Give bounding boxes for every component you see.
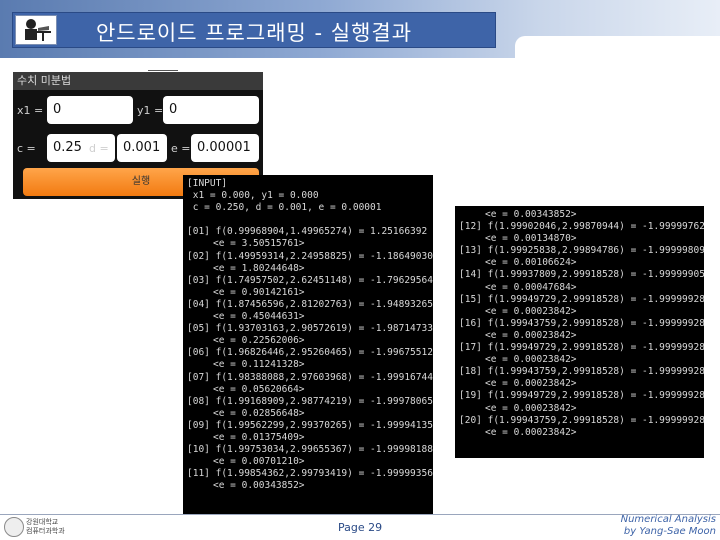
e-label: e = bbox=[171, 142, 191, 155]
console-line: <e = 3.50515761> bbox=[213, 238, 305, 250]
logo-text-dept: 컴퓨터과학과 bbox=[26, 527, 65, 535]
y1-label: y1 = bbox=[137, 104, 164, 117]
banner-decoration bbox=[515, 36, 720, 58]
app-title-bar: 수치 미분법 bbox=[13, 72, 263, 90]
console-line: <e = 0.00023842> bbox=[485, 402, 577, 414]
footer-divider bbox=[0, 514, 720, 515]
console-line: <e = 0.45044631> bbox=[213, 311, 305, 323]
console-line: [13] f(1.99925838,2.99894786) = -1.99999… bbox=[459, 245, 704, 257]
console-line: <e = 0.00023842> bbox=[485, 329, 577, 341]
console-line: [01] f(0.99968904,1.49965274) = 1.251663… bbox=[187, 226, 428, 238]
course-author: by Yang-Sae Moon bbox=[623, 526, 716, 537]
console-output-2: <e = 0.00343852> [12] f(1.99902046,2.9987… bbox=[455, 206, 704, 458]
console-line: <e = 0.90142161> bbox=[213, 286, 305, 298]
console-line: <e = 0.00106624> bbox=[485, 257, 577, 269]
console-line: [10] f(1.99753034,2.99655367) = -1.99998… bbox=[187, 444, 433, 456]
university-logo: 강원대학교 컴퓨터과학과 bbox=[2, 516, 72, 538]
console-line: <e = 0.22562006> bbox=[213, 335, 305, 347]
logo-text-univ: 강원대학교 bbox=[26, 518, 59, 526]
console-line: <e = 0.00134870> bbox=[485, 233, 577, 245]
console-line: [05] f(1.93703163,2.90572619) = -1.98714… bbox=[187, 323, 433, 335]
d-input[interactable]: 0.001 bbox=[117, 134, 167, 162]
console-line: <e = 0.00701210> bbox=[213, 456, 305, 468]
console-line: [16] f(1.99943759,2.99918528) = -1.99999… bbox=[459, 317, 704, 329]
console-line: <e = 1.80244648> bbox=[213, 262, 305, 274]
console-line: x1 = 0.000, y1 = 0.000 bbox=[187, 190, 319, 202]
console-line: <e = 0.00047684> bbox=[485, 281, 577, 293]
course-info: Numerical Analysis by Yang-Sae Moon bbox=[621, 514, 716, 538]
console-line: <e = 0.02856648> bbox=[213, 407, 305, 419]
console-line: [INPUT] bbox=[187, 178, 228, 189]
course-title: Numerical Analysis bbox=[620, 514, 716, 525]
console-line: <e = 0.11241328> bbox=[213, 359, 305, 371]
console-line: [11] f(1.99854362,2.99793419) = -1.99999… bbox=[187, 468, 433, 480]
console-output-1: [INPUT] x1 = 0.000, y1 = 0.000 c = 0.250… bbox=[183, 175, 433, 515]
seal-icon bbox=[4, 517, 24, 537]
console-line: [07] f(1.98388088,2.97603968) = -1.99916… bbox=[187, 371, 433, 383]
console-line: <e = 0.00343852> bbox=[485, 209, 577, 220]
console-line: c = 0.250, d = 0.001, e = 0.00001 bbox=[187, 202, 382, 214]
slide-title: 안드로이드 프로그래밍 - 실행결과 bbox=[95, 21, 413, 45]
y1-input[interactable]: 0 bbox=[163, 96, 259, 124]
page-number: Page 29 bbox=[338, 521, 383, 534]
console-line: [03] f(1.74957502,2.62451148) = -1.79629… bbox=[187, 274, 433, 286]
d-label: d = bbox=[89, 142, 109, 155]
c-label: c = bbox=[17, 142, 36, 155]
console-line: <e = 0.00023842> bbox=[485, 378, 577, 390]
console-line: [08] f(1.99168909,2.98774219) = -1.99978… bbox=[187, 395, 433, 407]
console-line: [09] f(1.99562299,2.99370265) = -1.99994… bbox=[187, 419, 433, 431]
console-line: <e = 0.00023842> bbox=[485, 305, 577, 317]
console-line: [14] f(1.99937809,2.99918528) = -1.99999… bbox=[459, 269, 704, 281]
console-line: <e = 0.00023842> bbox=[485, 354, 577, 366]
console-line: [15] f(1.99949729,2.99918528) = -1.99999… bbox=[459, 293, 704, 305]
console-line: <e = 0.00023842> bbox=[485, 426, 577, 438]
console-line: [02] f(1.49959314,2.24958825) = -1.18649… bbox=[187, 250, 433, 262]
title-banner: 안드로이드 프로그래밍 - 실행결과 bbox=[0, 0, 720, 58]
console-line: [20] f(1.99943759,2.99918528) = -1.99999… bbox=[459, 414, 704, 426]
title-box: 안드로이드 프로그래밍 - 실행결과 bbox=[12, 12, 496, 48]
console-line: [04] f(1.87456596,2.81202763) = -1.94893… bbox=[187, 298, 433, 310]
console-line: [19] f(1.99949729,2.99918528) = -1.99999… bbox=[459, 390, 704, 402]
x1-input[interactable]: 0 bbox=[47, 96, 133, 124]
console-line: [12] f(1.99902046,2.99870944) = -1.99999… bbox=[459, 221, 704, 233]
console-line: [17] f(1.99949729,2.99918528) = -1.99999… bbox=[459, 342, 704, 354]
console-line: [06] f(1.96826446,2.95260465) = -1.99675… bbox=[187, 347, 433, 359]
console-line: <e = 0.00343852> bbox=[213, 480, 305, 492]
console-line: [18] f(1.99943759,2.99918528) = -1.99999… bbox=[459, 366, 704, 378]
console-line: <e = 0.01375409> bbox=[213, 431, 305, 443]
e-input[interactable]: 0.00001 bbox=[191, 134, 259, 162]
console-line: <e = 0.05620664> bbox=[213, 383, 305, 395]
x1-label: x1 = bbox=[17, 104, 44, 117]
